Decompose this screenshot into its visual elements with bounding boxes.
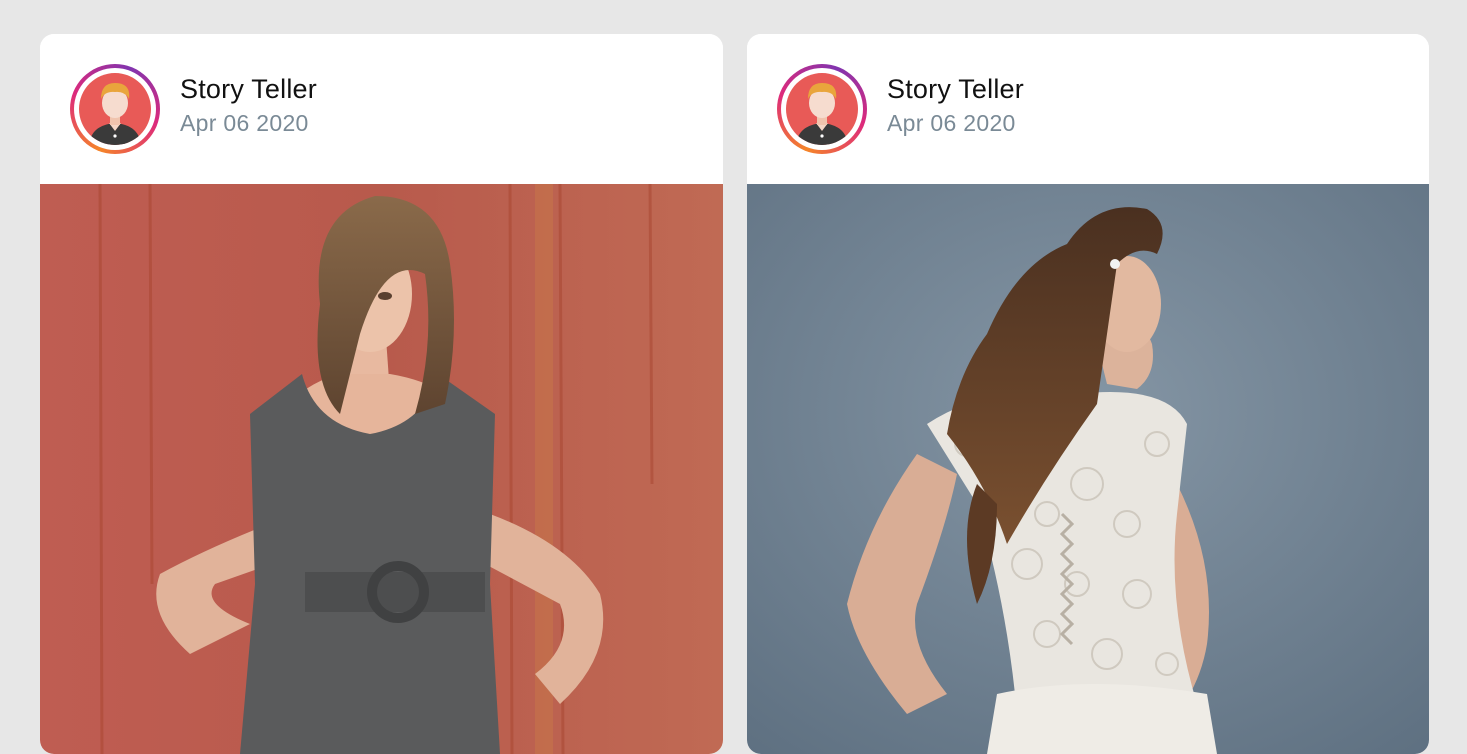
post-date: Apr 06 2020 (887, 110, 1016, 136)
person-avatar-icon (79, 73, 151, 145)
story-ring[interactable] (70, 64, 160, 154)
person-avatar-icon (786, 73, 858, 145)
post-card: Story Teller Apr 06 2020 (40, 34, 723, 754)
post-date: Apr 06 2020 (180, 110, 309, 136)
post-card: Story Teller Apr 06 2020 (747, 34, 1429, 754)
post-image[interactable] (40, 184, 723, 754)
post-image[interactable] (747, 184, 1429, 754)
story-ring[interactable] (777, 64, 867, 154)
author-name[interactable]: Story Teller (180, 74, 317, 105)
author-name[interactable]: Story Teller (887, 74, 1024, 105)
post-header: Story Teller Apr 06 2020 (40, 34, 723, 184)
post-header: Story Teller Apr 06 2020 (747, 34, 1429, 184)
